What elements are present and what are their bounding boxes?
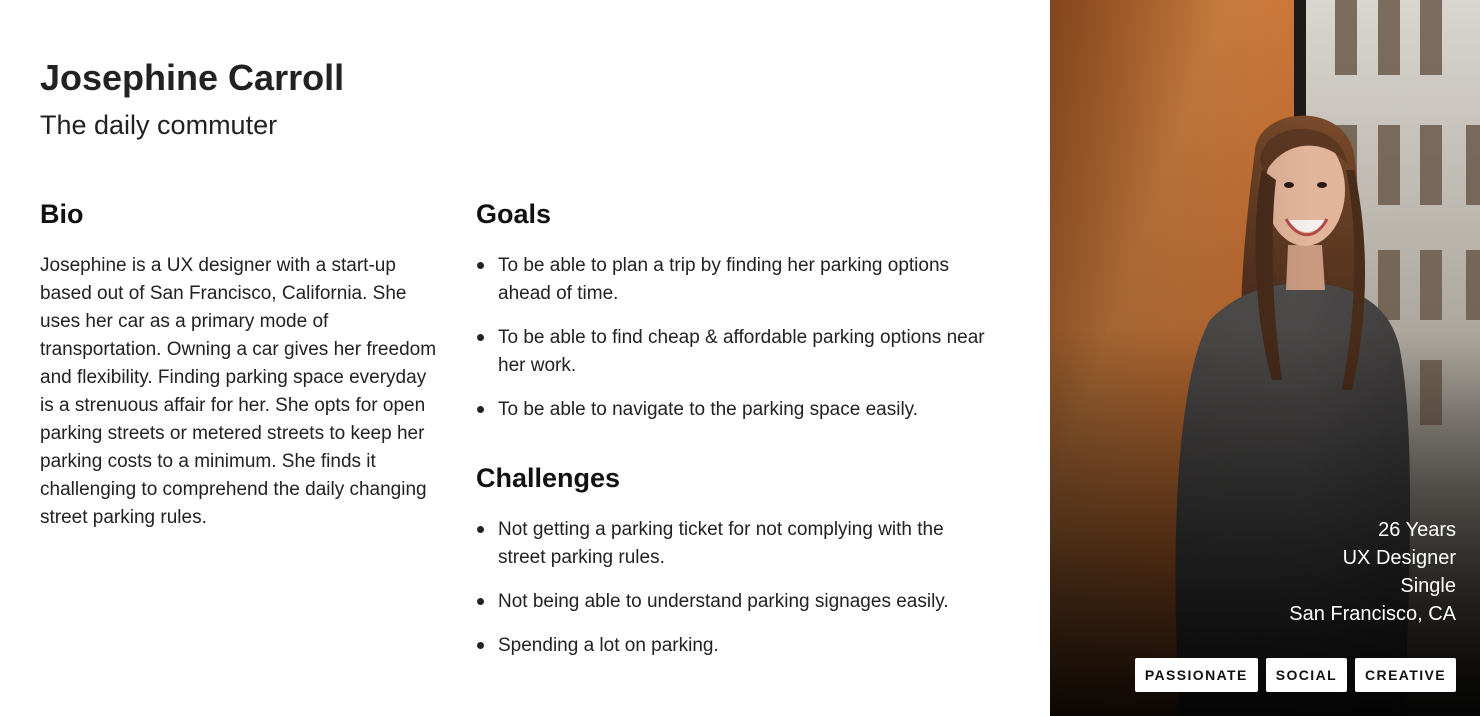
bullet-icon [477,262,484,269]
challenge-text: Not getting a parking ticket for not com… [498,519,944,568]
goal-text: To be able to plan a trip by finding her… [498,255,950,304]
challenge-text: Not being able to understand parking sig… [498,591,949,612]
persona-name: Josephine Carroll [40,57,345,98]
bullet-icon [477,526,484,533]
persona-location: San Francisco, CA [1289,603,1456,625]
challenge-item: Not being able to understand parking sig… [476,588,996,616]
goal-item: To be able to navigate to the parking sp… [476,396,996,424]
persona-meta: 26 Years UX Designer Single San Francisc… [1289,516,1456,628]
persona-subtitle: The daily commuter [40,110,278,140]
challenge-item: Spending a lot on parking. [476,632,996,660]
bullet-icon [477,334,484,341]
persona-status: Single [1400,575,1456,597]
bullet-icon [477,598,484,605]
bio-heading: Bio [40,199,84,229]
challenges-heading: Challenges [476,463,621,493]
persona-photo-panel: 26 Years UX Designer Single San Francisc… [1050,0,1480,716]
challenges-list: Not getting a parking ticket for not com… [476,516,996,676]
persona-occupation: UX Designer [1342,547,1456,569]
persona-age: 26 Years [1378,519,1456,541]
goals-heading: Goals [476,199,552,229]
challenge-text: Spending a lot on parking. [498,635,719,656]
goal-item: To be able to plan a trip by finding her… [476,252,996,308]
bio-text: Josephine is a UX designer with a start-… [40,255,437,528]
trait-tag-social: SOCIAL [1265,658,1348,692]
trait-tags: PASSIONATE SOCIAL CREATIVE [1134,658,1456,692]
goal-text: To be able to find cheap & affordable pa… [498,327,985,376]
trait-tag-creative: CREATIVE [1355,658,1456,692]
goal-text: To be able to navigate to the parking sp… [498,399,919,420]
bullet-icon [477,642,484,649]
goal-item: To be able to find cheap & affordable pa… [476,324,996,380]
goals-list: To be able to plan a trip by finding her… [476,252,996,440]
trait-tag-passionate: PASSIONATE [1134,658,1258,692]
persona-details-panel: Josephine Carroll The daily commuter Bio… [0,0,1050,716]
bullet-icon [477,406,484,413]
challenge-item: Not getting a parking ticket for not com… [476,516,996,572]
